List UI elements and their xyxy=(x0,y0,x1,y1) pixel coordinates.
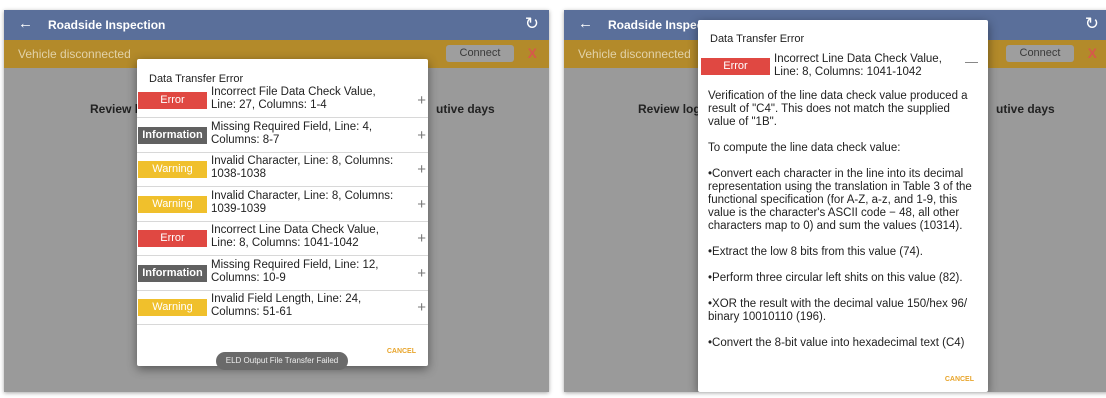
detail-paragraph: •XOR the result with the decimal value 1… xyxy=(708,298,968,323)
detail-paragraph: To compute the line data check value: xyxy=(708,142,901,154)
refresh-icon[interactable]: ↻ xyxy=(1085,14,1099,34)
toast-message: ELD Output File Transfer Failed xyxy=(216,352,348,370)
close-alert-button[interactable]: X xyxy=(1088,45,1097,61)
detail-paragraph: •Perform three circular left shits on th… xyxy=(708,272,963,284)
error-item-text: Missing Required Field, Line: 12, Column… xyxy=(211,258,379,284)
close-alert-button[interactable]: X xyxy=(528,45,537,61)
expanded-error-row[interactable]: Error Incorrect Line Data Check Value, L… xyxy=(698,48,988,80)
error-badge: Error xyxy=(138,92,207,109)
error-list-item[interactable]: Information Missing Required Field, Line:… xyxy=(137,256,428,291)
data-transfer-error-detail-dialog: Data Transfer Error Error Incorrect Line… xyxy=(698,20,988,392)
error-list-item[interactable]: Warning Invalid Character, Line: 8, Colum… xyxy=(137,152,428,187)
error-list-item[interactable]: Warning Invalid Field Length, Line: 24, C… xyxy=(137,290,428,325)
error-item-text: Missing Required Field, Line: 4, Columns… xyxy=(211,120,373,146)
data-transfer-error-dialog: Data Transfer Error Error Incorrect File … xyxy=(137,59,428,366)
expand-icon[interactable]: + xyxy=(417,230,426,247)
consecutive-days-text: utive days xyxy=(436,102,495,116)
error-list-item[interactable]: Error Incorrect Line Data Check Value, Li… xyxy=(137,221,428,256)
connect-button[interactable]: Connect xyxy=(1006,45,1074,62)
alert-message: Vehicle disconnected xyxy=(18,47,131,61)
expand-icon[interactable]: + xyxy=(417,127,426,144)
error-item-text: Incorrect Line Data Check Value, Line: 8… xyxy=(211,224,379,249)
cancel-button[interactable]: CANCEL xyxy=(942,376,976,383)
error-item-text: Invalid Field Length, Line: 24, Columns:… xyxy=(211,293,362,318)
expand-icon[interactable]: + xyxy=(417,299,426,316)
warning-badge: Warning xyxy=(138,161,207,178)
dialog-title: Data Transfer Error xyxy=(710,33,805,45)
review-logs-text: Review logs xyxy=(638,102,708,116)
error-list: Error Incorrect File Data Check Value, Li… xyxy=(137,83,428,325)
arrow-left-icon[interactable]: ← xyxy=(578,15,593,32)
detail-paragraph: •Extract the low 8 bits from this value … xyxy=(708,246,923,258)
error-list-item[interactable]: Error Incorrect File Data Check Value, Li… xyxy=(137,83,428,118)
expand-icon[interactable]: + xyxy=(417,161,426,178)
error-badge: Error xyxy=(701,58,770,75)
detail-paragraph: •Convert each character in the line into… xyxy=(708,168,972,232)
information-badge: Information xyxy=(138,264,207,282)
error-badge: Error xyxy=(138,230,207,247)
refresh-icon[interactable]: ↻ xyxy=(525,14,539,34)
warning-badge: Warning xyxy=(138,299,207,316)
error-row-text: Incorrect Line Data Check Value, Line: 8… xyxy=(774,53,942,78)
collapse-icon[interactable]: — xyxy=(965,54,978,69)
arrow-left-icon[interactable]: ← xyxy=(18,15,33,32)
information-badge: Information xyxy=(138,126,207,144)
expand-icon[interactable]: + xyxy=(417,265,426,282)
error-detail-text: Verification of the line data check valu… xyxy=(708,90,978,363)
error-item-text: Invalid Character, Line: 8, Columns: 103… xyxy=(211,189,394,215)
right-screen: ← Roadside Inspection ↻ Vehicle disconne… xyxy=(564,10,1106,392)
page-title: Roadside Inspection xyxy=(48,18,166,32)
expand-icon[interactable]: + xyxy=(417,196,426,213)
app-bar: ← Roadside Inspection ↻ xyxy=(4,10,549,40)
error-item-text: Incorrect File Data Check Value, Line: 2… xyxy=(211,86,376,111)
error-item-text: Invalid Character, Line: 8, Columns: 103… xyxy=(211,155,394,180)
cancel-button[interactable]: CANCEL xyxy=(387,348,416,355)
connect-button[interactable]: Connect xyxy=(446,45,514,62)
expand-icon[interactable]: + xyxy=(417,92,426,109)
consecutive-days-text: utive days xyxy=(996,102,1055,116)
alert-message: Vehicle disconnected xyxy=(578,47,691,61)
detail-paragraph: Verification of the line data check valu… xyxy=(708,90,968,128)
error-list-item[interactable]: Warning Invalid Character, Line: 8, Colum… xyxy=(137,187,428,222)
warning-badge: Warning xyxy=(138,195,207,213)
left-screen: ← Roadside Inspection ↻ Vehicle disconne… xyxy=(4,10,549,392)
detail-paragraph: •Convert the 8-bit value into hexadecima… xyxy=(708,337,965,349)
error-list-item[interactable]: Information Missing Required Field, Line:… xyxy=(137,118,428,153)
